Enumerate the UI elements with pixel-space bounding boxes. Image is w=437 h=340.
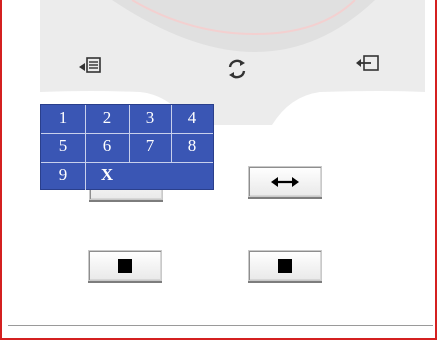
input-left-icon — [79, 57, 101, 73]
input-right-button[interactable] — [348, 48, 388, 78]
numpad-key-9[interactable]: 9 — [51, 165, 75, 185]
numpad-key-7[interactable]: 7 — [138, 136, 162, 156]
numpad-key-4[interactable]: 4 — [180, 108, 204, 128]
stop-button-right[interactable] — [248, 250, 322, 281]
numpad-key-8[interactable]: 8 — [180, 136, 204, 156]
numpad-key-5[interactable]: 5 — [51, 136, 75, 156]
numpad-key-2[interactable]: 2 — [95, 108, 119, 128]
left-right-arrow-icon — [271, 176, 299, 187]
numpad-key-1[interactable]: 1 — [51, 108, 75, 128]
divider — [8, 325, 433, 326]
stop-button-left[interactable] — [88, 250, 162, 281]
numeric-keypad: 1 2 3 4 5 6 7 8 9 X — [40, 104, 214, 190]
numpad-key-6[interactable]: 6 — [95, 136, 119, 156]
stop-square-icon — [118, 258, 132, 273]
swap-button[interactable] — [248, 166, 322, 197]
input-left-button[interactable] — [70, 50, 110, 80]
stop-square-icon — [278, 258, 292, 273]
refresh-icon — [228, 59, 246, 79]
numpad-key-3[interactable]: 3 — [138, 108, 162, 128]
numpad-key-x[interactable]: X — [95, 165, 119, 185]
input-right-icon — [356, 55, 379, 71]
refresh-button[interactable] — [220, 54, 254, 84]
